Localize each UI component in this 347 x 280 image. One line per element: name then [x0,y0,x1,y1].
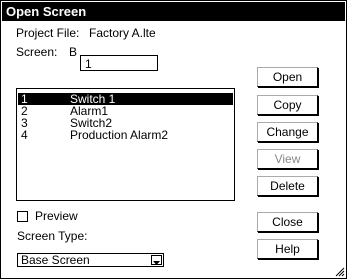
screen-list-item[interactable]: 2 Alarm1 [18,105,233,117]
screen-list-item[interactable]: 4 Production Alarm2 [18,129,233,141]
delete-button[interactable]: Delete [257,176,318,196]
change-button[interactable]: Change [257,122,318,142]
preview-checkbox[interactable] [17,211,28,222]
screen-number-value: 1 [85,57,92,71]
chevron-down-icon[interactable] [151,255,162,265]
preview-label: Preview [35,209,78,223]
project-file-value: Factory A.lte [89,26,156,40]
screen-label: Screen: [16,45,58,59]
view-button[interactable]: View [257,149,318,169]
screen-number: 4 [21,128,28,142]
screen-number-input[interactable]: 1 [80,55,158,71]
open-button[interactable]: Open [257,67,318,87]
screen-list[interactable]: 1 Switch 1 2 Alarm1 3 Switch2 4 Producti… [16,88,235,201]
screen-type-select[interactable]: Base Screen [17,253,164,267]
screen-name: Production Alarm2 [70,128,169,142]
screen-type-value: Base Screen [21,253,90,267]
screen-prefix: B [69,45,78,59]
screen-type-label: Screen Type: [17,229,88,243]
resize-grip-icon[interactable] [334,266,345,277]
screen-list-item[interactable]: 1 Switch 1 [18,93,233,105]
project-file-label: Project File: [16,26,80,40]
close-button[interactable]: Close [257,212,318,232]
open-screen-dialog: Open Screen Project File: Factory A.lte … [0,0,347,279]
copy-button[interactable]: Copy [257,95,318,115]
help-button[interactable]: Help [257,239,318,259]
dialog-title: Open Screen [2,2,345,21]
